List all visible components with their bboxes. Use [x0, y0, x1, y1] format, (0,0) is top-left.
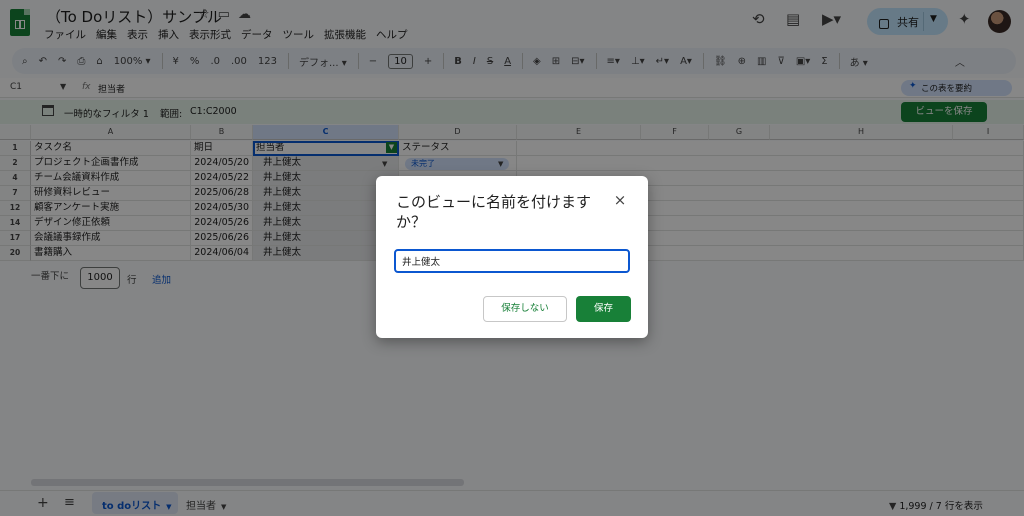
dialog-title: このビューに名前を付けますか？: [396, 193, 592, 231]
name-view-dialog: このビューに名前を付けますか？ × 保存しない 保存: [376, 176, 648, 338]
close-icon[interactable]: ×: [612, 192, 628, 208]
save-button[interactable]: 保存: [576, 296, 631, 322]
view-name-input[interactable]: [394, 249, 630, 273]
dont-save-button[interactable]: 保存しない: [483, 296, 567, 322]
